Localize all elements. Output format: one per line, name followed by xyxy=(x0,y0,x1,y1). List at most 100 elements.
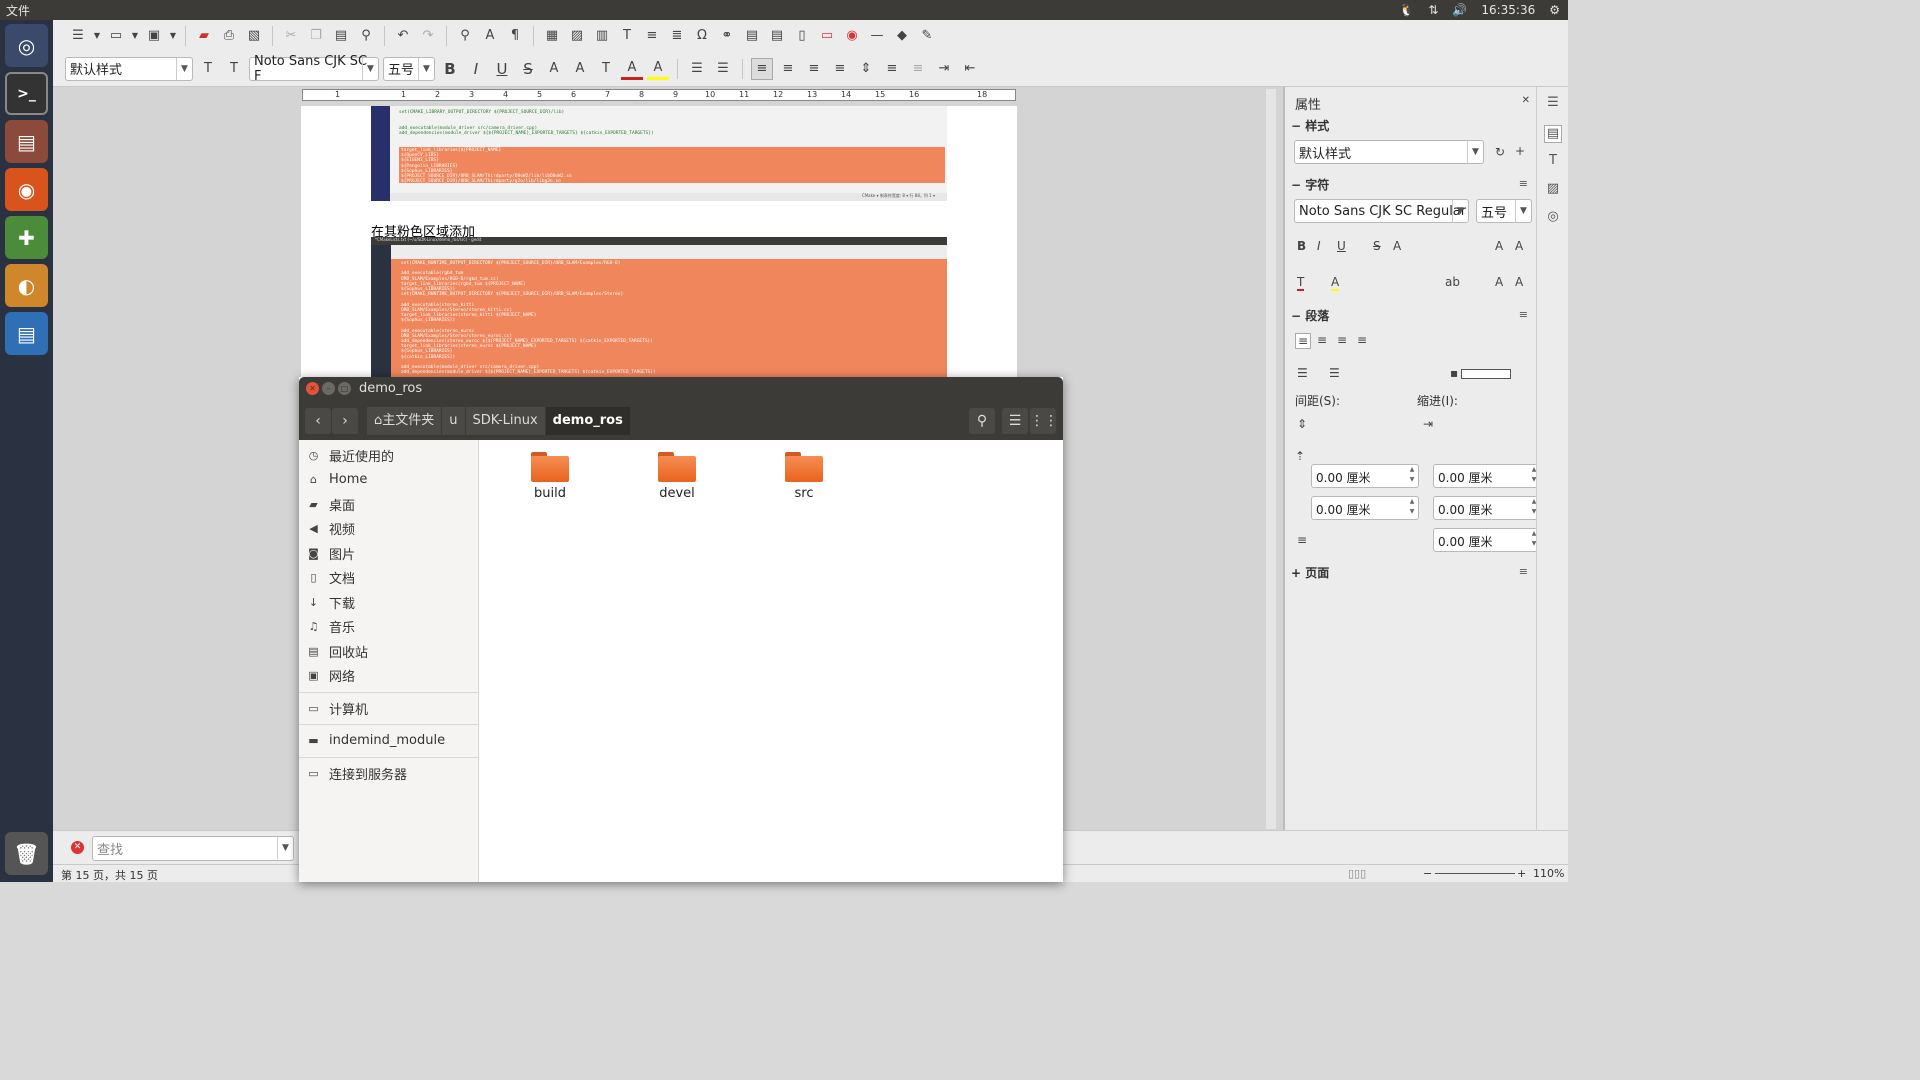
insert-chart-icon[interactable]: ▥ xyxy=(591,25,613,47)
zoom-slider[interactable] xyxy=(1435,873,1515,874)
network-icon[interactable]: ⇅ xyxy=(1428,3,1438,17)
file-view[interactable]: build devel src xyxy=(483,440,1063,882)
search-icon[interactable]: ⚲ xyxy=(969,408,995,434)
underline-icon[interactable]: U xyxy=(491,58,513,80)
print-icon[interactable]: ⎙ xyxy=(218,25,240,47)
list-view-icon[interactable]: ☰ xyxy=(1002,408,1028,434)
align-left-icon[interactable]: ≡ xyxy=(1295,333,1312,349)
app-menu-file[interactable]: 文件 xyxy=(0,2,30,19)
minimize-window-icon[interactable]: – xyxy=(322,382,335,395)
forward-button[interactable]: › xyxy=(332,408,358,434)
above-spacing-input[interactable]: 0.00 厘米 ▲ ▼ xyxy=(1311,464,1419,488)
below-spacing-input[interactable]: 0.00 厘米 ▲ ▼ xyxy=(1311,496,1419,520)
export-pdf-icon[interactable]: ▰ xyxy=(193,25,215,47)
redo-icon[interactable]: ↷ xyxy=(417,25,439,47)
writer-icon[interactable]: ▤ xyxy=(5,312,48,355)
sidebar-settings-icon[interactable]: ☰ xyxy=(1544,95,1562,113)
terminal-icon[interactable]: >_ xyxy=(5,72,48,115)
styles-tab-icon[interactable]: T xyxy=(1544,153,1562,171)
refresh-icon[interactable]: ↻ xyxy=(1495,145,1505,159)
highlight-icon[interactable]: A xyxy=(1331,275,1340,291)
para-section-header[interactable]: − 段落 xyxy=(1291,307,1329,324)
menu-icon[interactable]: ≡ xyxy=(1519,565,1528,578)
subscript-icon[interactable]: A xyxy=(569,58,591,80)
orange-app-icon[interactable]: ◐ xyxy=(5,264,48,307)
spin-arrows-icon[interactable]: ▲ ▼ xyxy=(1406,497,1418,519)
styles-section-header[interactable]: − 样式 xyxy=(1291,117,1329,134)
sidebar-font-combo[interactable]: Noto Sans CJK SC Regular ▼ xyxy=(1294,199,1469,223)
decrease-spacing-icon[interactable]: ≡ xyxy=(907,58,929,80)
bookmark-icon[interactable]: ▯ xyxy=(791,25,813,47)
font-size-combo[interactable]: 五号 ▼ xyxy=(383,56,435,81)
place-downloads[interactable]: ↓ 下载 xyxy=(307,591,475,613)
new-doc-icon[interactable]: ☰ xyxy=(67,25,89,47)
folder-build[interactable]: build xyxy=(520,452,580,501)
line-spacing-icon[interactable]: ⇕ xyxy=(855,58,877,80)
align-right-icon[interactable]: ≡ xyxy=(1337,333,1347,347)
before-indent-input[interactable]: 0.00 厘米 ▲ ▼ xyxy=(1433,464,1541,488)
bullets-icon[interactable]: ☰ xyxy=(686,58,708,80)
special-character-icon[interactable]: Ω xyxy=(691,25,713,47)
menu-icon[interactable]: ≡ xyxy=(1519,308,1528,321)
files-icon[interactable]: ▤ xyxy=(5,120,48,163)
clear-formatting-icon[interactable]: T xyxy=(595,58,617,80)
horizontal-ruler[interactable]: 1 1 2 3 4 5 6 7 8 9 10 11 12 13 14 15 16… xyxy=(302,89,1016,101)
paste-icon[interactable]: ▤ xyxy=(330,25,352,47)
font-color-icon[interactable]: T xyxy=(1297,275,1305,291)
insert-textbox-icon[interactable]: T xyxy=(616,25,638,47)
after-indent-input[interactable]: 0.00 厘米 ▲ ▼ xyxy=(1433,496,1541,520)
find-input[interactable]: 查找 ▼ xyxy=(92,836,294,861)
superscript-icon[interactable]: A xyxy=(1495,275,1503,289)
comment-icon[interactable]: ▭ xyxy=(816,25,838,47)
decrease-indent-icon[interactable]: ⇤ xyxy=(959,58,981,80)
view-layout-icons[interactable]: ▯▯▯ xyxy=(1348,867,1366,880)
increase-indent-icon[interactable]: ⇥ xyxy=(933,58,955,80)
paragraph-style-combo[interactable]: 默认样式 ▼ xyxy=(65,56,193,81)
draw-icon[interactable]: ✎ xyxy=(916,25,938,47)
crumb-demo-ros[interactable]: demo_ros xyxy=(545,407,631,435)
plus-icon[interactable]: + xyxy=(1515,144,1525,158)
strikethrough-icon[interactable]: S xyxy=(1373,239,1381,253)
crumb-sdk-linux[interactable]: SDK-Linux xyxy=(465,407,546,435)
insert-table-icon[interactable]: ▦ xyxy=(541,25,563,47)
line-spacing-icon[interactable]: ≡ xyxy=(1297,533,1307,547)
save-icon[interactable]: ▣ xyxy=(143,25,165,47)
numbering-icon[interactable]: ☰ xyxy=(1329,366,1340,380)
hyperlink-icon[interactable]: ⚭ xyxy=(716,25,738,47)
find-replace-icon[interactable]: ⚲ xyxy=(454,25,476,47)
place-connect-server[interactable]: ▭ 连接到服务器 xyxy=(307,762,475,784)
close-icon[interactable]: ✕ xyxy=(1522,95,1530,106)
zoom-in-icon[interactable]: + xyxy=(1517,867,1526,880)
ubuntu-dash-icon[interactable]: ◎ xyxy=(5,24,48,67)
gallery-tab-icon[interactable]: ▨ xyxy=(1544,181,1562,199)
indent-icon[interactable]: ⇥ xyxy=(1423,417,1433,431)
grid-view-icon[interactable]: ⋮⋮ xyxy=(1030,408,1058,434)
font-color-icon[interactable]: A xyxy=(621,58,643,80)
place-home[interactable]: ⌂ Home xyxy=(307,468,475,490)
print-preview-icon[interactable]: ▧ xyxy=(243,25,265,47)
chevron-down-icon[interactable]: ▼ xyxy=(1515,200,1531,222)
place-documents[interactable]: ▯ 文档 xyxy=(307,566,475,588)
endnote-icon[interactable]: ▤ xyxy=(766,25,788,47)
char-spacing-icon[interactable]: ab xyxy=(1445,275,1460,289)
align-center-icon[interactable]: ≡ xyxy=(777,58,799,80)
firefox-icon[interactable]: ◉ xyxy=(5,168,48,211)
bold-icon[interactable]: B xyxy=(1297,239,1306,253)
place-device[interactable]: ▬ indemind_module xyxy=(307,729,475,751)
crumb-home[interactable]: ⌂主文件夹 xyxy=(367,407,443,435)
underline-icon[interactable]: U xyxy=(1337,239,1346,253)
place-network[interactable]: ▣ 网络 xyxy=(307,664,475,686)
properties-tab-icon[interactable]: ▤ xyxy=(1544,125,1562,143)
close-window-icon[interactable]: ✕ xyxy=(306,382,319,395)
back-button[interactable]: ‹ xyxy=(305,408,331,434)
bold-icon[interactable]: B xyxy=(439,58,461,80)
para-spacing-icon[interactable]: ⇕ xyxy=(1297,417,1307,431)
align-left-icon[interactable]: ≡ xyxy=(751,57,773,80)
shadow-icon[interactable]: A xyxy=(1393,239,1401,253)
update-style-icon[interactable]: T xyxy=(197,58,219,80)
clock[interactable]: 16:35:36 xyxy=(1481,3,1535,17)
place-trash[interactable]: ▤ 回收站 xyxy=(307,640,475,662)
place-videos[interactable]: ◀ 视频 xyxy=(307,517,475,539)
place-computer[interactable]: ▭ 计算机 xyxy=(307,697,475,719)
italic-icon[interactable]: I xyxy=(465,58,487,80)
